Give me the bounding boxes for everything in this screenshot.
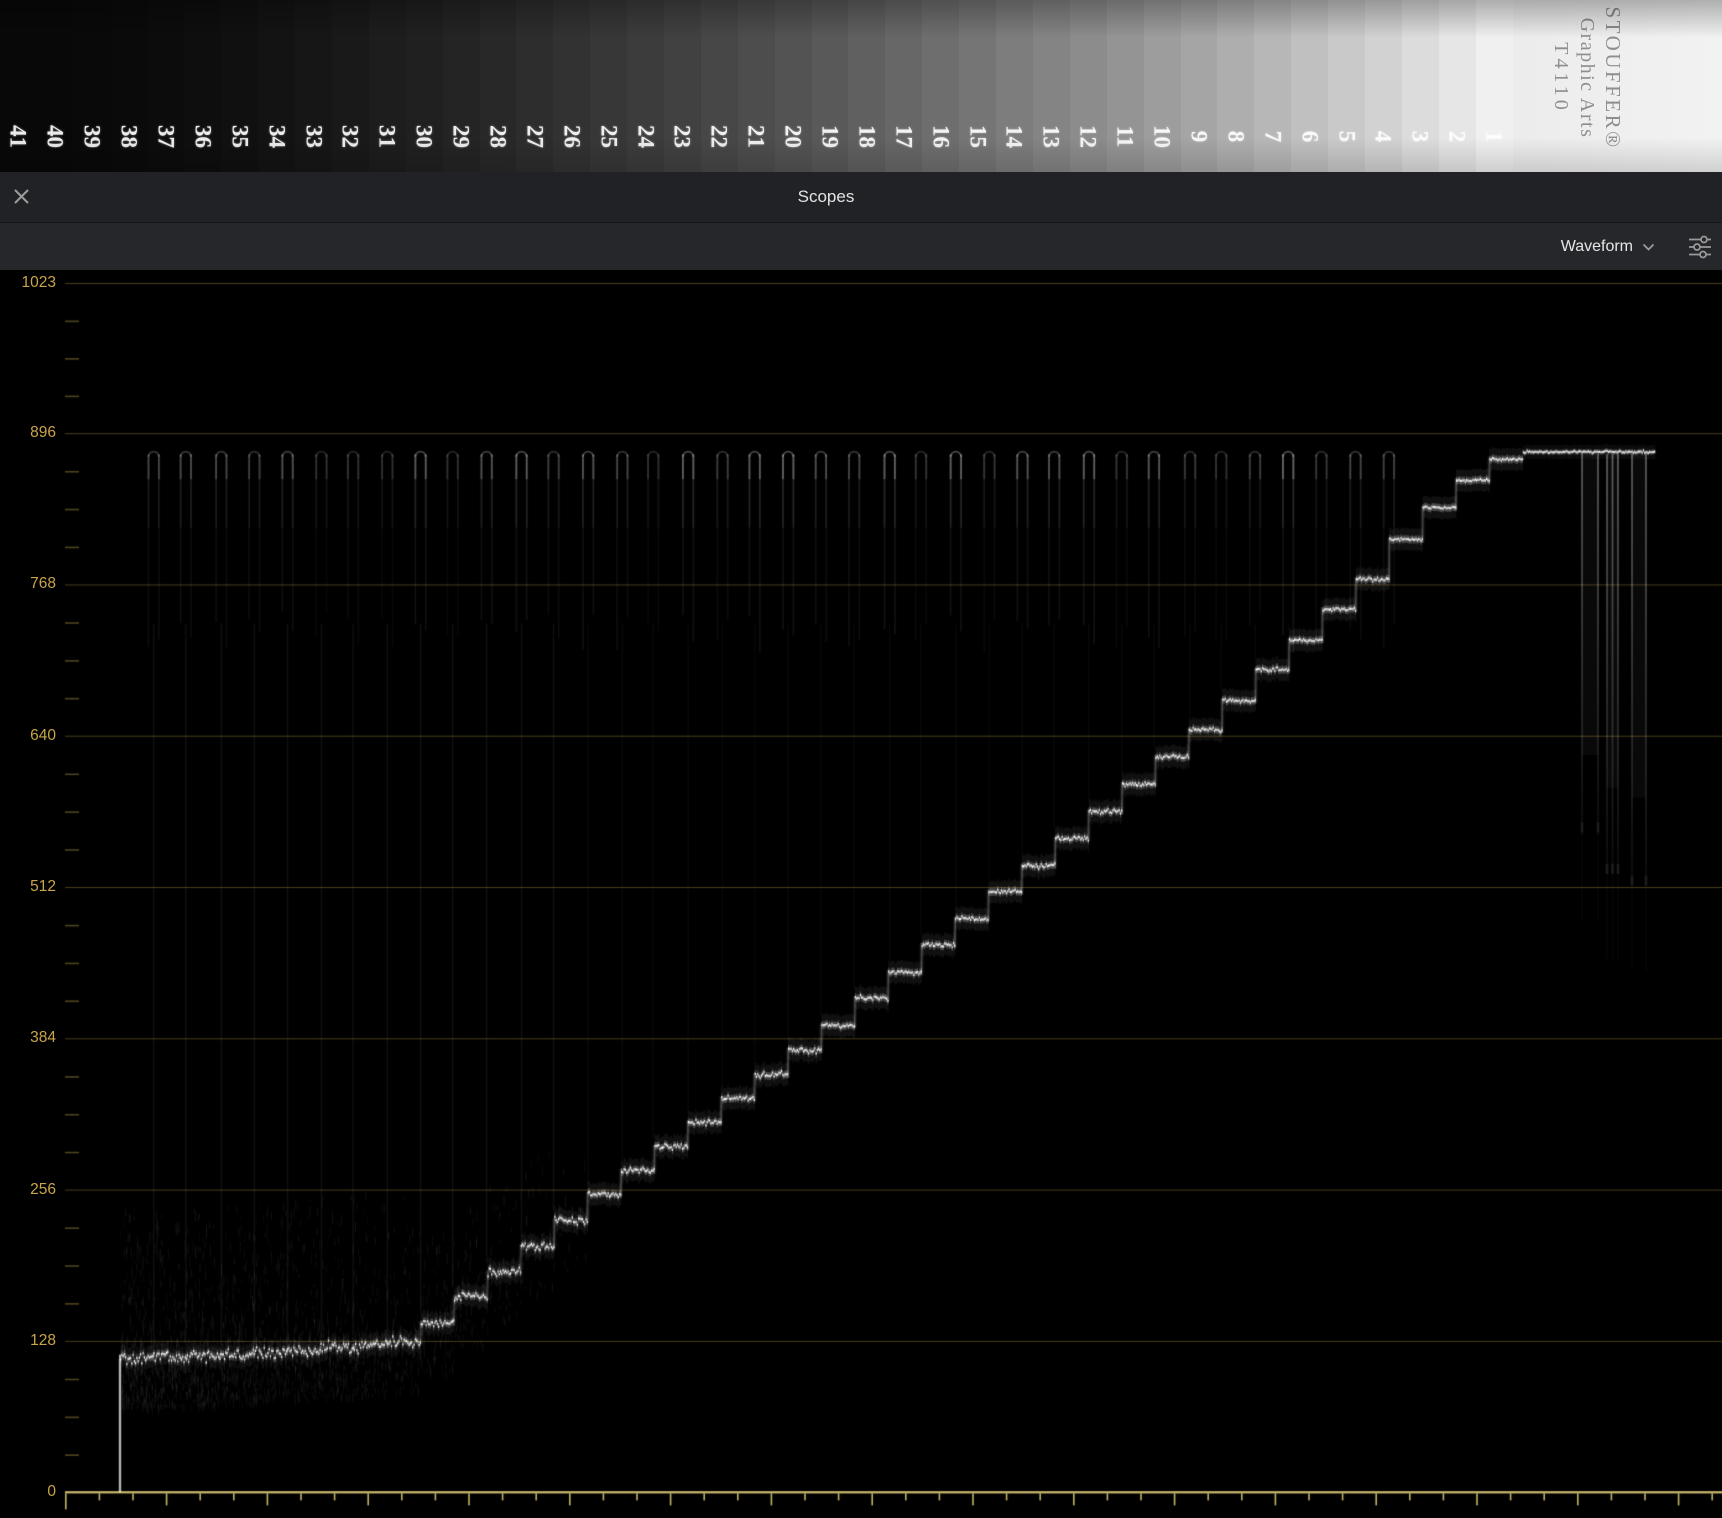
panel-title: Scopes xyxy=(797,187,855,206)
wedge-step: 17 xyxy=(885,0,923,172)
wedge-step-number: 28 xyxy=(485,125,511,148)
brand-line: T4110 xyxy=(1549,42,1572,114)
wedge-step-number: 13 xyxy=(1038,125,1064,148)
scope-settings-button[interactable] xyxy=(1686,234,1714,260)
waveform-canvas xyxy=(0,270,1722,1518)
wedge-step-number: 23 xyxy=(669,125,695,148)
wedge-step-number: 24 xyxy=(633,125,659,148)
wedge-step: 33 xyxy=(295,0,333,172)
wedge-step: 38 xyxy=(110,0,148,172)
wedge-step-number: 34 xyxy=(264,125,290,148)
wedge-step-number: 6 xyxy=(1297,130,1323,143)
wedge-brand-text: STOUFFER® Graphic Arts T4110 xyxy=(1526,0,1626,163)
wedge-step-number: 19 xyxy=(817,125,843,148)
wedge-step-number: 9 xyxy=(1186,130,1212,143)
wedge-step: 22 xyxy=(700,0,738,172)
wedge-step: 32 xyxy=(332,0,369,172)
wedge-step-number: 26 xyxy=(559,125,585,148)
wedge-step-number: 31 xyxy=(374,125,400,148)
wedge-step: 20 xyxy=(774,0,812,172)
wedge-step-number: 1 xyxy=(1481,130,1507,143)
wedge-step: 18 xyxy=(848,0,886,172)
wedge-step-number: 21 xyxy=(743,125,769,148)
wedge-step-number: 11 xyxy=(1112,125,1138,148)
wedge-step: 15 xyxy=(959,0,997,172)
wedge-clear-margin: STOUFFER® Graphic Arts T4110 xyxy=(1512,0,1722,172)
wedge-step-number: 22 xyxy=(706,125,732,148)
wedge-step: 29 xyxy=(442,0,480,172)
wedge-step: 39 xyxy=(73,0,111,172)
wedge-step-number: 29 xyxy=(448,125,474,148)
wedge-step: 8 xyxy=(1217,0,1255,172)
wedge-step: 9 xyxy=(1180,0,1218,172)
wedge-step-number: 16 xyxy=(928,125,954,148)
chevron-down-icon xyxy=(1642,243,1655,251)
wedge-step: 40 xyxy=(36,0,74,172)
wedge-step-number: 36 xyxy=(190,125,216,148)
wedge-step-number: 25 xyxy=(596,125,622,148)
wedge-step: 5 xyxy=(1328,0,1365,172)
scope-type-label: Waveform xyxy=(1560,238,1633,255)
wedge-step-number: 17 xyxy=(891,125,917,148)
wedge-step: 41 xyxy=(0,0,37,172)
wedge-step-number: 15 xyxy=(965,125,991,148)
wedge-step: 25 xyxy=(590,0,628,172)
wedge-step-number: 12 xyxy=(1075,125,1101,148)
wedge-step: 30 xyxy=(405,0,443,172)
wedge-step-number: 40 xyxy=(42,125,68,148)
wedge-step: 16 xyxy=(922,0,960,172)
wedge-step: 31 xyxy=(368,0,406,172)
waveform-scope-display: 1023 896 768 640 512 384 256 128 0 xyxy=(0,270,1722,1518)
wedge-step-number: 32 xyxy=(337,125,363,148)
wedge-step-number: 35 xyxy=(227,125,253,148)
wedge-step: 11 xyxy=(1106,0,1144,172)
wedge-step: 36 xyxy=(184,0,222,172)
wedge-step-number: 3 xyxy=(1407,130,1433,143)
panel-header: Scopes xyxy=(0,172,1722,442)
wedge-step-number: 18 xyxy=(854,125,880,148)
wedge-step-number: 33 xyxy=(301,125,327,148)
wedge-step: 14 xyxy=(996,0,1033,172)
wedge-step: 35 xyxy=(221,0,259,172)
wedge-step: 2 xyxy=(1438,0,1476,172)
scopes-window: 41 40 39 38 37 36 35 34 33 32 31 30 29 28 27 26 25 24 23 22… xyxy=(0,0,1722,1518)
wedge-step-number: 8 xyxy=(1223,130,1249,143)
wedge-step: 37 xyxy=(147,0,185,172)
wedge-step: 24 xyxy=(627,0,665,172)
film-step-wedge-image: 41 40 39 38 37 36 35 34 33 32 31 30 29 28 27 26 25 24 23 22… xyxy=(0,0,1722,172)
wedge-step: 28 xyxy=(479,0,517,172)
wedge-step: 21 xyxy=(737,0,775,172)
scope-type-dropdown[interactable]: Waveform xyxy=(1561,223,1655,271)
wedge-step: 19 xyxy=(811,0,849,172)
wedge-step-number: 30 xyxy=(411,125,437,148)
wedge-step: 34 xyxy=(258,0,296,172)
wedge-step: 12 xyxy=(1069,0,1107,172)
wedge-step-number: 37 xyxy=(153,125,179,148)
wedge-step-number: 7 xyxy=(1260,130,1286,143)
scope-toolbar: Waveform xyxy=(0,222,1722,270)
wedge-step-number: 10 xyxy=(1149,125,1175,148)
wedge-step-number: 27 xyxy=(522,125,548,148)
wedge-step-number: 4 xyxy=(1370,130,1396,143)
brand-line: Graphic Arts xyxy=(1575,17,1598,139)
wedge-step: 10 xyxy=(1143,0,1181,172)
wedge-step: 3 xyxy=(1401,0,1439,172)
wedge-step: 1 xyxy=(1475,0,1513,172)
wedge-step-number: 5 xyxy=(1334,130,1359,143)
wedge-step-number: 2 xyxy=(1444,130,1470,143)
wedge-step: 27 xyxy=(516,0,554,172)
wedge-step-number: 20 xyxy=(780,125,806,148)
wedge-step: 6 xyxy=(1291,0,1329,172)
wedge-step-number: 39 xyxy=(79,125,105,148)
wedge-step-number: 14 xyxy=(1001,125,1027,148)
wedge-step: 13 xyxy=(1032,0,1070,172)
wedge-step: 23 xyxy=(664,0,701,172)
wedge-step: 26 xyxy=(553,0,591,172)
brand-line: STOUFFER® xyxy=(1600,6,1625,150)
wedge-step-number: 41 xyxy=(5,125,31,148)
wedge-step-number: 38 xyxy=(116,125,142,148)
scope-settings-icon xyxy=(1689,235,1711,259)
wedge-step: 4 xyxy=(1364,0,1402,172)
wedge-step: 7 xyxy=(1254,0,1292,172)
